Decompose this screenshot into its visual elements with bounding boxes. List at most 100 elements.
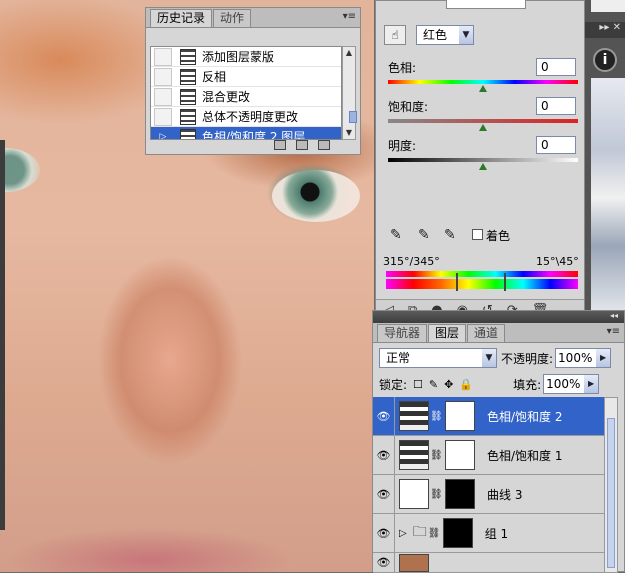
history-state-icon (180, 108, 196, 125)
layers-titlebar[interactable]: ◂◂ (373, 311, 624, 323)
trash-icon[interactable] (318, 140, 330, 150)
edit-channel-select[interactable]: 红色 ▼ (416, 25, 474, 45)
history-item[interactable]: 添加图层蒙版 (151, 47, 341, 67)
visibility-eye-icon[interactable]: 👁 (373, 552, 395, 573)
opacity-value: 100% (558, 351, 593, 365)
tab-layers[interactable]: 图层 (428, 324, 467, 342)
lightness-label: 明度: (388, 139, 417, 153)
histogram-thumb (591, 0, 625, 12)
edit-channel-value: 红色 (423, 28, 448, 42)
panel-menu-icon[interactable]: ▾≡ (607, 326, 620, 337)
new-document-icon[interactable] (274, 140, 286, 150)
colorize-label: 着色 (486, 229, 511, 243)
right-eye-image (272, 170, 360, 222)
lock-move-icon[interactable]: ✥ (444, 378, 453, 391)
history-state-icon (180, 88, 196, 105)
layer-row[interactable]: 👁 ⛓ 色相/饱和度 1 (373, 435, 605, 475)
hue-input[interactable]: 0 (536, 58, 576, 76)
history-item-label: 总体不透明度更改 (202, 110, 299, 124)
snapshot-camera-icon[interactable] (296, 140, 308, 150)
tab-navigator[interactable]: 导航器 (377, 324, 428, 342)
link-chain-icon[interactable]: ⛓ (428, 528, 441, 539)
history-scrollbar[interactable]: ▲ ▼ (342, 46, 357, 140)
colorize-checkbox[interactable] (472, 229, 483, 240)
history-item[interactable]: 混合更改 (151, 87, 341, 107)
lock-transparent-icon[interactable]: ☐ (413, 378, 423, 391)
blend-row: 正常 ▼ 不透明度: 100% ▶ (373, 345, 624, 371)
snapshot-checkbox[interactable] (154, 87, 172, 106)
scroll-up-icon[interactable]: ▲ (343, 47, 355, 59)
panel-menu-icon[interactable]: ▾≡ (343, 11, 356, 22)
history-item-label: 混合更改 (202, 90, 251, 104)
visibility-eye-icon[interactable]: 👁 (373, 513, 395, 553)
lock-all-icon[interactable]: 🔒 (459, 378, 473, 391)
eyedropper-add-icon[interactable]: ✎ (418, 227, 430, 243)
saturation-input[interactable]: 0 (536, 97, 576, 115)
left-eye-image (0, 148, 40, 192)
layers-panel: ◂◂ 导航器 图层 通道 ▾≡ 正常 ▼ 不透明度: 100% ▶ 锁定: ☐ ✎ … (372, 310, 625, 573)
hue-slider-thumb[interactable] (479, 85, 487, 92)
link-chain-icon[interactable]: ⛓ (430, 450, 443, 461)
chevron-right-icon[interactable]: ▶ (584, 375, 599, 393)
layer-mask-thumb[interactable] (442, 518, 473, 548)
saturation-slider-track[interactable] (388, 119, 578, 123)
scroll-thumb[interactable] (349, 111, 357, 123)
blend-mode-value: 正常 (386, 351, 411, 365)
eyedropper-icon[interactable]: ✎ (390, 227, 402, 243)
layer-mask-thumb[interactable] (445, 440, 475, 470)
link-chain-icon[interactable]: ⛓ (430, 489, 443, 500)
visibility-eye-icon[interactable]: 👁 (373, 435, 395, 475)
hue-slider-track[interactable] (388, 80, 578, 84)
targeted-adjust-hand-icon[interactable]: ☝ (384, 25, 406, 45)
tab-actions[interactable]: 动作 (213, 9, 252, 27)
history-item-label: 添加图层蒙版 (202, 50, 275, 64)
expand-group-icon[interactable]: ▷ (399, 528, 407, 539)
tab-channels[interactable]: 通道 (467, 324, 506, 342)
history-item[interactable]: 总体不透明度更改 (151, 107, 341, 127)
curves-layer-icon (399, 479, 429, 509)
fill-label: 填充: (513, 377, 542, 392)
history-item-label: 反相 (202, 70, 227, 84)
chevron-right-icon[interactable]: ▶ (596, 349, 611, 367)
image-layer-thumb (399, 553, 429, 572)
info-icon[interactable]: i (593, 48, 617, 72)
snapshot-checkbox[interactable] (154, 107, 172, 126)
range-sliders[interactable] (456, 273, 506, 291)
lightness-input[interactable]: 0 (536, 136, 576, 154)
lightness-slider-thumb[interactable] (479, 163, 487, 170)
visibility-eye-icon[interactable]: 👁 (373, 396, 395, 436)
hue-label: 色相: (388, 61, 417, 75)
layer-mask-thumb[interactable] (445, 479, 475, 509)
layer-row-selected[interactable]: 👁 ⛓ 色相/饱和度 2 (373, 396, 605, 436)
eyedropper-subtract-icon[interactable]: ✎ (444, 227, 456, 243)
layers-scrollbar[interactable] (604, 397, 618, 573)
visibility-eye-icon[interactable]: 👁 (373, 474, 395, 514)
layer-row[interactable]: 👁 ⛓ 曲线 3 (373, 474, 605, 514)
layer-row-partial[interactable]: 👁 (373, 552, 605, 573)
link-chain-icon[interactable]: ⛓ (430, 411, 443, 422)
blend-mode-select[interactable]: 正常 ▼ (379, 348, 497, 368)
lock-label: 锁定: (379, 377, 408, 392)
layer-row[interactable]: 👁 ▷ 🗀 ⛓ 组 1 (373, 513, 605, 553)
folder-icon: 🗀 (412, 524, 427, 540)
history-item[interactable]: 反相 (151, 67, 341, 87)
lightness-slider-track[interactable] (388, 158, 578, 162)
opacity-label: 不透明度: (501, 351, 554, 366)
layer-mask-thumb[interactable] (445, 401, 475, 431)
dock-image-preview (591, 78, 625, 318)
fill-input[interactable]: 100% ▶ (543, 374, 600, 394)
snapshot-checkbox[interactable] (154, 67, 172, 86)
layer-name: 曲线 3 (487, 487, 523, 502)
saturation-slider-thumb[interactable] (479, 124, 487, 131)
history-panel: ◂◂ ✕ 历史记录 动作 ▾≡ 添加图层蒙版 反相 混合更改 总体不透明度更改 … (145, 7, 361, 155)
tab-history[interactable]: 历史记录 (150, 9, 213, 27)
opacity-input[interactable]: 100% ▶ (555, 348, 612, 368)
history-state-icon (180, 68, 196, 85)
lock-paint-icon[interactable]: ✎ (429, 378, 438, 391)
dock-collapse[interactable]: ▸▸ ✕ (585, 22, 625, 38)
chevron-down-icon: ▼ (459, 26, 473, 44)
preset-field[interactable] (446, 0, 526, 9)
adjustment-layer-icon (399, 440, 429, 470)
snapshot-checkbox[interactable] (154, 47, 172, 66)
scroll-thumb[interactable] (607, 418, 615, 568)
